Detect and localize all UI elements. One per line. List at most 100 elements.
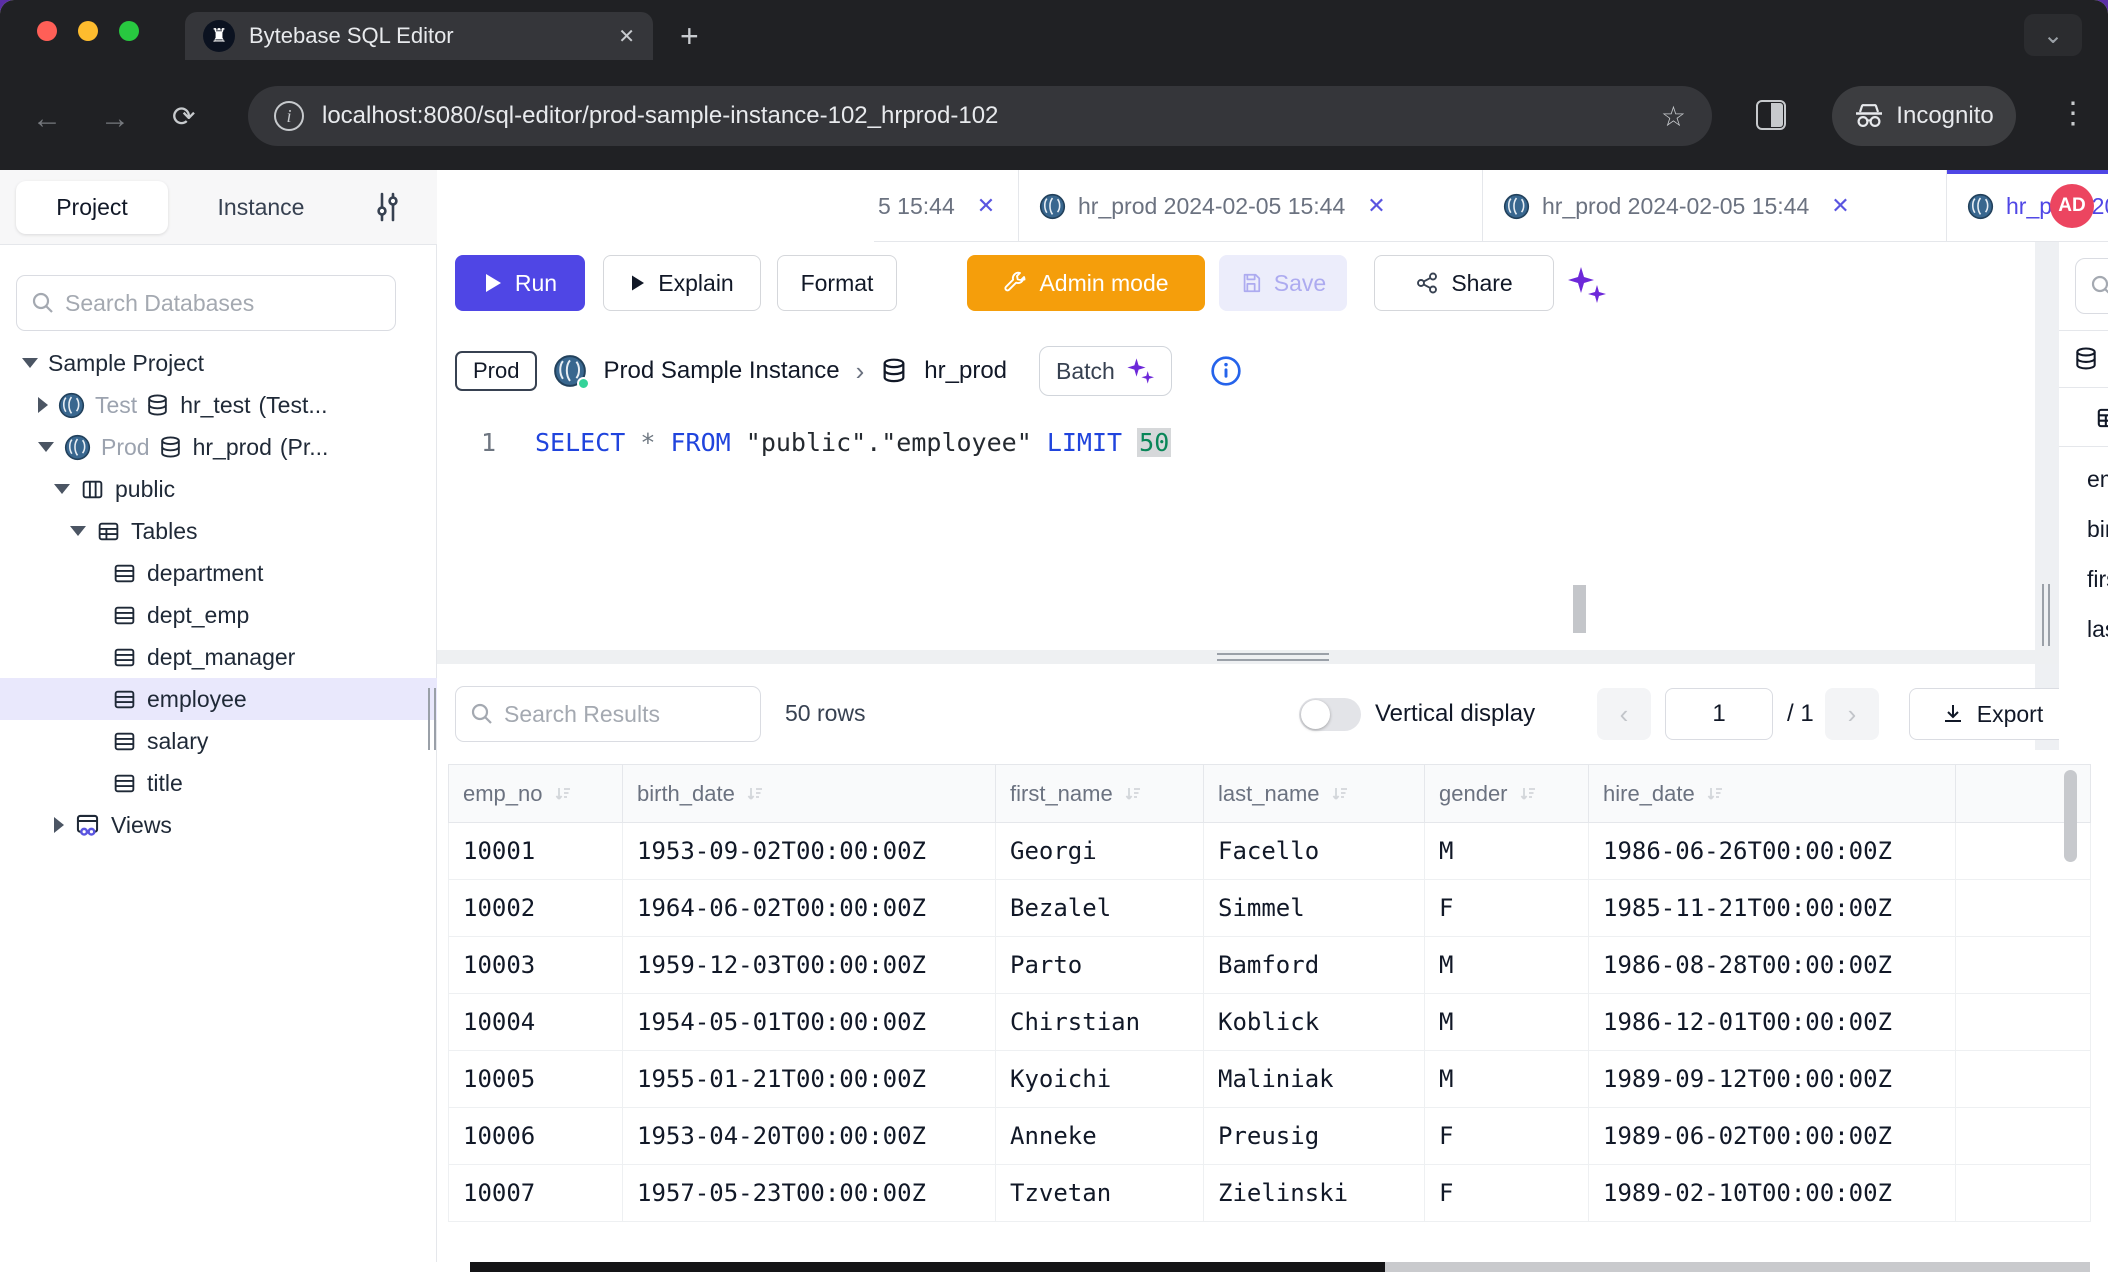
- tab-instance[interactable]: Instance: [185, 181, 337, 234]
- page-number-input[interactable]: [1665, 688, 1773, 740]
- column-header[interactable]: gender: [1425, 765, 1589, 823]
- chevron-down-icon[interactable]: [54, 484, 70, 494]
- search-results-input[interactable]: [504, 701, 746, 728]
- results-resize-gutter[interactable]: [437, 650, 2108, 664]
- run-button[interactable]: Run: [455, 255, 585, 311]
- url-bar[interactable]: i localhost:8080/sql-editor/prod-sample-…: [248, 86, 1712, 146]
- chevron-right-icon[interactable]: [54, 817, 64, 833]
- format-button[interactable]: Format: [777, 255, 897, 311]
- minimize-window-button[interactable]: [78, 21, 98, 41]
- new-tab-button[interactable]: +: [680, 18, 699, 55]
- back-button[interactable]: ←: [32, 102, 62, 136]
- instance-name[interactable]: Prod Sample Instance: [603, 357, 839, 385]
- column-row[interactable]: first_nametext: [2059, 554, 2108, 604]
- close-window-button[interactable]: [37, 21, 57, 41]
- browser-menu-icon[interactable]: ⋮: [2058, 96, 2088, 131]
- forward-button[interactable]: →: [100, 102, 130, 136]
- search-databases-input[interactable]: [65, 290, 381, 317]
- chevron-down-icon[interactable]: [38, 442, 54, 452]
- editor-tab-3[interactable]: hr_prod 2024-02-05 15:44 ✕: [1483, 170, 1947, 242]
- column-header[interactable]: hire_date: [1589, 765, 1956, 823]
- tree-item-hr-test[interactable]: Test hr_test (Test...: [0, 384, 437, 426]
- editor-tab-2[interactable]: hr_prod 2024-02-05 15:44 ✕: [1019, 170, 1483, 242]
- column-row[interactable]: emp_nointeger: [2059, 454, 2108, 504]
- info-icon[interactable]: [1210, 355, 1242, 387]
- schema-database-row[interactable]: hr_prod: [2059, 330, 2108, 388]
- sql-editor[interactable]: 1 SELECT * FROM "public"."employee" LIMI…: [437, 410, 1598, 650]
- results-search[interactable]: [455, 686, 761, 742]
- sort-icon[interactable]: [1705, 784, 1725, 804]
- column-header[interactable]: last_name: [1204, 765, 1425, 823]
- tree-item-hr-prod[interactable]: Prod hr_prod (Pr...: [0, 426, 437, 468]
- ai-sparkles-icon[interactable]: [1565, 265, 1607, 305]
- next-page-button[interactable]: ›: [1825, 688, 1879, 740]
- close-tab-icon[interactable]: ✕: [1831, 193, 1849, 219]
- postgresql-icon: [1967, 193, 1994, 220]
- avatar[interactable]: AD: [2050, 184, 2094, 228]
- editor-scrollbar[interactable]: [1573, 585, 1586, 633]
- vertical-display-toggle[interactable]: [1299, 698, 1361, 731]
- column-header[interactable]: first_name: [996, 765, 1204, 823]
- explain-button[interactable]: Explain: [603, 255, 761, 311]
- results-scrollbar[interactable]: [2064, 770, 2077, 862]
- tree-item-table-dept-emp[interactable]: dept_emp: [0, 594, 437, 636]
- save-button[interactable]: Save: [1219, 255, 1347, 311]
- sort-icon[interactable]: [1518, 784, 1538, 804]
- chevron-down-icon[interactable]: [22, 358, 38, 368]
- tree-item-table-salary[interactable]: salary: [0, 720, 437, 762]
- tree-item-table-employee[interactable]: employee: [0, 678, 437, 720]
- tree-item-sample-project[interactable]: Sample Project: [0, 342, 437, 384]
- chevron-right-icon[interactable]: [38, 397, 48, 413]
- close-tab-icon[interactable]: ✕: [618, 24, 635, 49]
- table-row[interactable]: 100071957-05-23T00:00:00ZTzvetanZielinsk…: [449, 1165, 2091, 1222]
- site-info-icon[interactable]: i: [274, 101, 304, 131]
- chevron-down-icon[interactable]: [70, 526, 86, 536]
- browser-tab[interactable]: ♜ Bytebase SQL Editor ✕: [185, 12, 653, 60]
- share-button[interactable]: Share: [1374, 255, 1554, 311]
- tree-item-tables-group[interactable]: Tables: [0, 510, 437, 552]
- close-tab-icon[interactable]: ✕: [977, 193, 995, 219]
- table-row[interactable]: 100011953-09-02T00:00:00ZGeorgiFacelloM1…: [449, 823, 2091, 880]
- tab-project[interactable]: Project: [16, 181, 168, 234]
- filter-settings-icon[interactable]: [370, 190, 404, 224]
- tree-item-table-title[interactable]: title: [0, 762, 437, 804]
- zoom-window-button[interactable]: [119, 21, 139, 41]
- tree-item-views-group[interactable]: Views: [0, 804, 437, 846]
- table-row[interactable]: 100041954-05-01T00:00:00ZChirstianKoblic…: [449, 994, 2091, 1051]
- tree-item-table-dept-manager[interactable]: dept_manager: [0, 636, 437, 678]
- prev-page-button[interactable]: ‹: [1597, 688, 1651, 740]
- reload-button[interactable]: ⟳: [172, 100, 195, 133]
- sort-icon[interactable]: [553, 784, 573, 804]
- tab-search-chevron-button[interactable]: ⌄: [2024, 14, 2082, 56]
- table-row[interactable]: 100061953-04-20T00:00:00ZAnnekePreusigF1…: [449, 1108, 2091, 1165]
- bookmark-star-icon[interactable]: ☆: [1661, 100, 1686, 133]
- export-button[interactable]: Export: [1909, 688, 2075, 740]
- side-panel-icon[interactable]: [1756, 100, 1786, 130]
- schema-table-row[interactable]: public.employe < >: [2059, 389, 2108, 447]
- tree-item-table-department[interactable]: department: [0, 552, 437, 594]
- sparkles-icon: [1125, 357, 1155, 385]
- sort-icon[interactable]: [1123, 784, 1143, 804]
- editor-tab-1[interactable]: 5 15:44 ✕: [874, 170, 1019, 242]
- schema-filter[interactable]: [2075, 258, 2108, 314]
- tree-item-schema-public[interactable]: public: [0, 468, 437, 510]
- column-row[interactable]: birth_datedate: [2059, 504, 2108, 554]
- table-row[interactable]: 100031959-12-03T00:00:00ZPartoBamfordM19…: [449, 937, 2091, 994]
- admin-mode-button[interactable]: Admin mode: [967, 255, 1205, 311]
- environment-chip[interactable]: Prod: [455, 351, 537, 391]
- table-row[interactable]: 100021964-06-02T00:00:00ZBezalelSimmelF1…: [449, 880, 2091, 937]
- sql-statement[interactable]: SELECT * FROM "public"."employee" LIMIT …: [535, 428, 1171, 457]
- column-row[interactable]: last_nametext: [2059, 604, 2108, 654]
- database-search[interactable]: [16, 275, 396, 331]
- table-row[interactable]: 100051955-01-21T00:00:00ZKyoichiMaliniak…: [449, 1051, 2091, 1108]
- url-text[interactable]: localhost:8080/sql-editor/prod-sample-in…: [322, 102, 1643, 130]
- table-icon: [112, 603, 137, 628]
- sort-icon[interactable]: [1330, 784, 1350, 804]
- share-icon: [1415, 271, 1439, 295]
- column-header[interactable]: emp_no: [449, 765, 623, 823]
- column-header[interactable]: birth_date: [623, 765, 996, 823]
- batch-button[interactable]: Batch: [1039, 346, 1172, 396]
- database-name[interactable]: hr_prod: [924, 357, 1007, 385]
- sort-icon[interactable]: [745, 784, 765, 804]
- close-tab-icon[interactable]: ✕: [1367, 193, 1385, 219]
